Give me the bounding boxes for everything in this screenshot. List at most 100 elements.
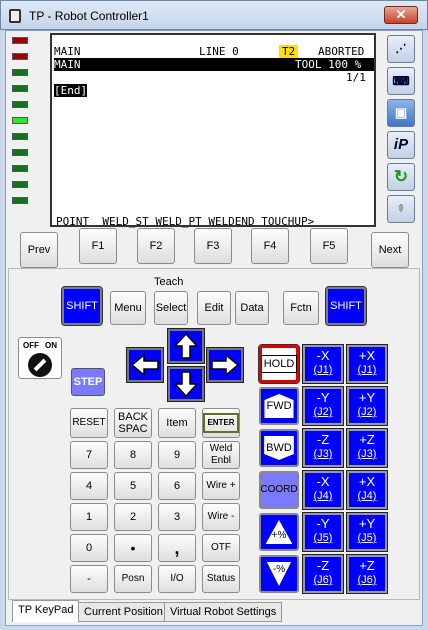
jog-joint-label: (J2) [357,406,377,418]
jog-joint-label: (J3) [313,448,333,460]
wire-minus-button[interactable]: Wire - [202,503,240,531]
shift-right-button[interactable]: SHIFT [325,286,367,326]
key-8[interactable]: 8 [114,441,152,469]
jog-pos-2-button[interactable]: +Y (J2) [346,386,388,426]
jog-axis-label: -Y [316,390,330,405]
jog-neg-6-button[interactable]: -Z (J6) [302,554,344,594]
program-status: ABORTED [318,45,365,58]
function-key-labels: POINT WELD_ST WELD_PT WELDEND TOUCHUP> [56,215,315,228]
arrow-left-button[interactable] [126,347,164,383]
close-button[interactable]: ✕ [384,6,418,24]
pendant-screen: MAIN LINE 0 T2 ABORTED MAIN TOOL 100 % 1… [50,33,376,228]
posn-button[interactable]: Posn [114,565,152,593]
fctn-button[interactable]: Fctn [283,291,319,325]
jog-pos-5-button[interactable]: +Y (J5) [346,512,388,552]
key-6[interactable]: 6 [158,472,196,500]
ip-button[interactable]: iP [387,131,415,159]
side-toolbar: ⋰ ⌨ ▣ iP ↻ ⇞ [387,35,417,227]
f4-button[interactable]: F4 [251,228,289,264]
pendant-icon[interactable]: ▣ [387,99,415,127]
hold-button[interactable]: HOLD [258,344,300,384]
key-dot[interactable]: • [114,534,152,562]
f1-button[interactable]: F1 [79,228,117,264]
jog-neg-3-button[interactable]: -Z (J3) [302,428,344,468]
speed-up-button[interactable]: +% [259,513,299,551]
arrow-up-button[interactable] [167,328,205,364]
weld-enable-button[interactable]: Weld Enbl [202,441,240,469]
f2-button[interactable]: F2 [137,228,175,264]
tab-tp-keypad[interactable]: TP KeyPad [12,600,80,622]
key-minus[interactable]: - [70,565,108,593]
speed-down-label: -% [266,562,292,586]
edit-button[interactable]: Edit [197,291,231,325]
step-button[interactable]: STEP [71,368,105,396]
item-button[interactable]: Item [158,408,196,438]
end-marker: [End] [54,84,88,97]
f5-button[interactable]: F5 [310,228,348,264]
backspace-button[interactable]: BACK SPAC [114,408,152,438]
grid-icon[interactable]: ⋰ [387,35,415,63]
jog-neg-4-button[interactable]: -X (J4) [302,470,344,510]
jog-neg-1-button[interactable]: -X (J1) [302,344,344,384]
tab-current-position[interactable]: Current Position [78,602,169,622]
jog-neg-2-button[interactable]: -Y (J2) [302,386,344,426]
tab-virtual-robot-settings[interactable]: Virtual Robot Settings [164,602,283,622]
refresh-icon[interactable]: ↻ [387,163,415,191]
keyboard-icon[interactable]: ⌨ [387,67,415,95]
jog-joint-label: (J4) [357,490,377,502]
key-comma[interactable]: , [158,534,196,562]
program-name: MAIN [54,45,81,58]
status-led [12,181,28,188]
jog-pos-3-button[interactable]: +Z (J3) [346,428,388,468]
menu-button[interactable]: Menu [110,291,146,325]
key-9[interactable]: 9 [158,441,196,469]
enable-switch[interactable]: OFF ON [18,337,62,379]
jog-pos-4-button[interactable]: +X (J4) [346,470,388,510]
prev-button[interactable]: Prev [20,232,58,268]
key-5[interactable]: 5 [114,472,152,500]
bwd-button[interactable]: BWD [259,429,299,467]
key-1[interactable]: 1 [70,503,108,531]
wire-plus-button[interactable]: Wire + [202,472,240,500]
fwd-label: FWD [264,394,294,418]
program-name-bar: MAIN [54,58,81,71]
status-led [12,149,28,156]
jog-pos-6-button[interactable]: +Z (J6) [346,554,388,594]
jog-axis-label: -X [316,474,330,489]
jog-joint-label: (J6) [313,574,333,586]
off-label: OFF [23,341,39,350]
status-led [12,117,28,124]
data-button[interactable]: Data [235,291,269,325]
otf-button[interactable]: OTF [202,534,240,562]
shift-left-button[interactable]: SHIFT [61,286,103,326]
io-button[interactable]: I/O [158,565,196,593]
jog-axis-label: -Z [316,432,330,447]
key-7[interactable]: 7 [70,441,108,469]
key-0[interactable]: 0 [70,534,108,562]
key-2[interactable]: 2 [114,503,152,531]
jog-joint-label: (J1) [313,364,333,376]
collapse-icon[interactable]: ⇞ [387,195,415,223]
coord-button[interactable]: COORD [259,471,299,509]
tool-override: TOOL 100 % [295,58,362,71]
f3-button[interactable]: F3 [194,228,232,264]
fwd-button[interactable]: FWD [259,387,299,425]
page-indicator: 1/1 [346,71,366,84]
speed-down-button[interactable]: -% [259,555,299,593]
teach-label: Teach [154,276,184,288]
screen-line-1: MAIN LINE 0 T2 ABORTED [54,45,374,58]
jog-pos-1-button[interactable]: +X (J1) [346,344,388,384]
jog-neg-5-button[interactable]: -Y (J5) [302,512,344,552]
enter-button[interactable]: ENTER [202,408,240,438]
key-4[interactable]: 4 [70,472,108,500]
status-button[interactable]: Status [202,565,240,593]
key-3[interactable]: 3 [158,503,196,531]
pendant-frame: MAIN LINE 0 T2 ABORTED MAIN TOOL 100 % 1… [5,30,423,626]
select-button[interactable]: Select [154,291,188,325]
jog-axis-label: +X [358,348,376,363]
next-button[interactable]: Next [371,232,409,268]
reset-button[interactable]: RESET [70,408,108,438]
arrow-down-button[interactable] [167,366,205,402]
weld-label-1: Weld [209,443,233,454]
arrow-right-button[interactable] [206,347,244,383]
